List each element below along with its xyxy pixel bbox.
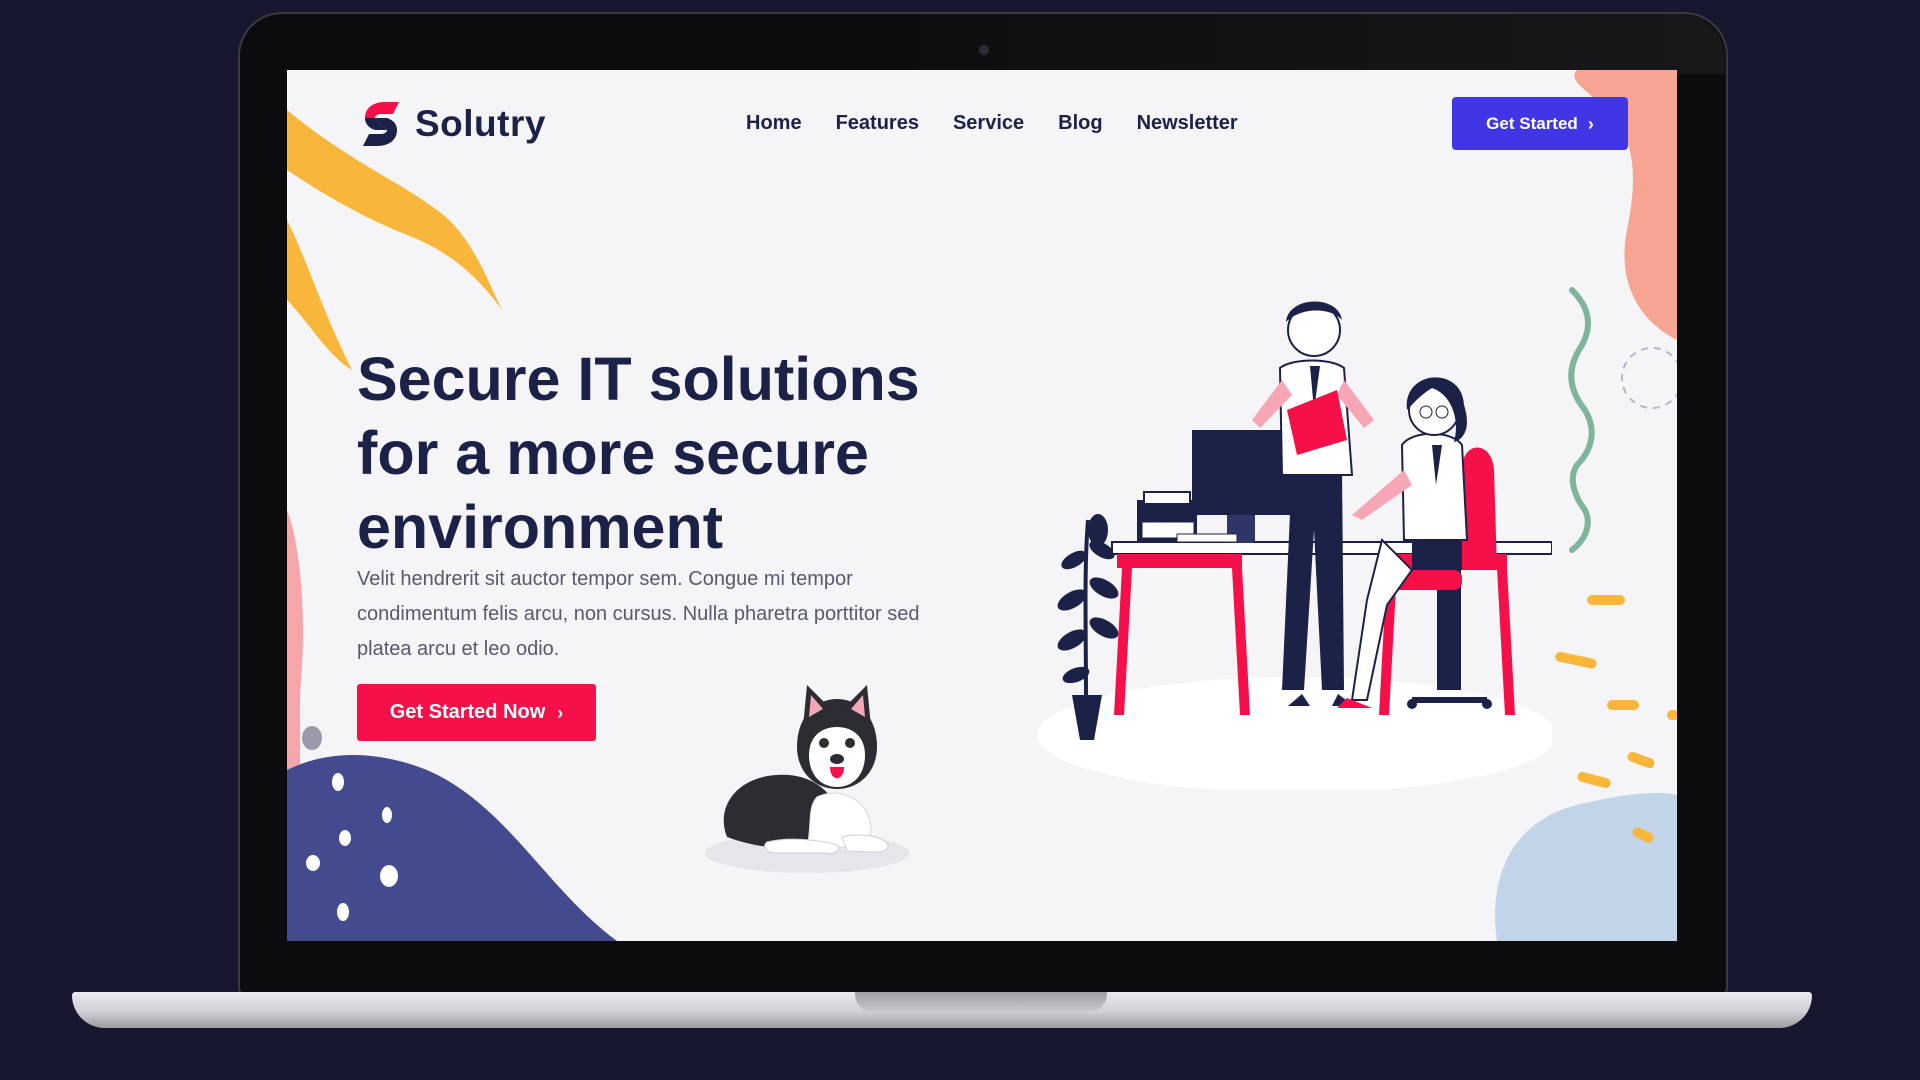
solutry-logo-icon bbox=[363, 102, 399, 146]
laptop-notch bbox=[855, 992, 1107, 1012]
nav-home-link[interactable]: Home bbox=[746, 112, 802, 135]
brand-logo[interactable]: Solutry bbox=[357, 100, 546, 148]
get-started-button[interactable]: Get Started › bbox=[1452, 97, 1628, 150]
nav-newsletter-link[interactable]: Newsletter bbox=[1137, 112, 1238, 135]
hero-description: Velit hendrerit sit auctor tempor sem. C… bbox=[357, 568, 920, 660]
website-screen: Solutry Home Features Service Blog Newsl… bbox=[287, 70, 1677, 941]
nav-blog-link[interactable]: Blog bbox=[1058, 112, 1102, 135]
chevron-right-icon: › bbox=[1587, 113, 1594, 134]
hero-title: Secure IT solutions for a more secure en… bbox=[357, 345, 920, 561]
get-started-now-label: Get Started Now bbox=[389, 701, 546, 723]
nav-features-link[interactable]: Features bbox=[836, 112, 919, 135]
office-workers-illustration bbox=[1037, 301, 1552, 790]
camera-icon bbox=[977, 43, 991, 57]
brand-name: Solutry bbox=[415, 103, 546, 144]
get-started-now-button[interactable]: Get Started Now › bbox=[357, 684, 596, 741]
lid-glare bbox=[805, 14, 1725, 74]
nav-service-link[interactable]: Service bbox=[953, 112, 1024, 135]
chevron-right-icon: › bbox=[557, 702, 564, 723]
husky-dog-illustration bbox=[705, 685, 909, 873]
get-started-label: Get Started bbox=[1486, 113, 1578, 133]
main-nav: Home Features Service Blog Newsletter bbox=[746, 112, 1238, 135]
